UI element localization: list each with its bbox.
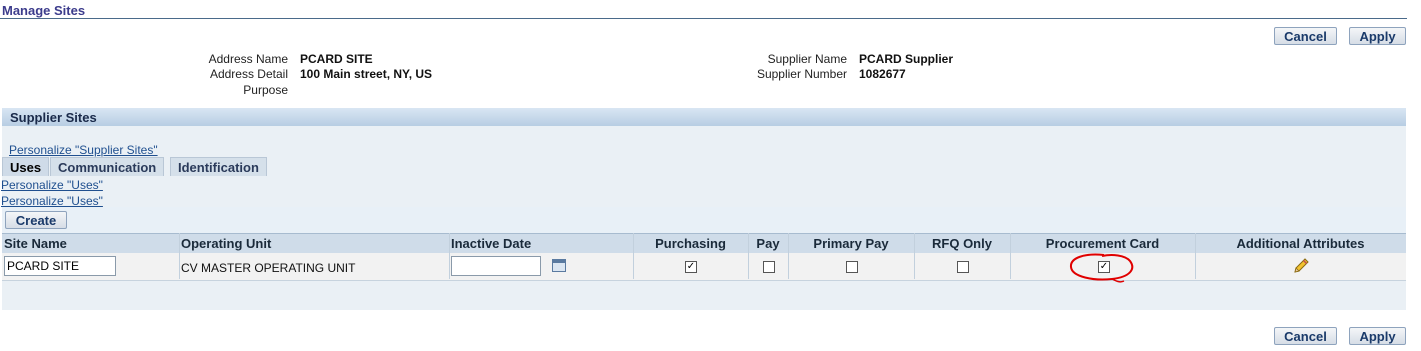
- purpose-label: Purpose: [243, 83, 288, 97]
- column-header-additional-attributes: Additional Attributes: [1236, 236, 1365, 251]
- table-toolbar: Create: [2, 207, 1406, 233]
- column-divider: [788, 233, 789, 279]
- column-divider: [1195, 233, 1196, 279]
- cancel-button-bottom[interactable]: Cancel: [1274, 327, 1337, 345]
- personalize-supplier-sites-link[interactable]: Personalize "Supplier Sites": [9, 143, 158, 157]
- column-header-rfq-only: RFQ Only: [932, 236, 992, 251]
- apply-button-bottom[interactable]: Apply: [1349, 327, 1406, 345]
- supplier-name-value: PCARD Supplier: [859, 52, 954, 66]
- purchasing-checkbox[interactable]: ✓: [685, 261, 697, 273]
- page-title: Manage Sites: [2, 3, 86, 18]
- address-detail-label: Address Detail: [209, 67, 288, 81]
- address-name-label: Address Name: [208, 52, 288, 66]
- operating-unit-value: CV MASTER OPERATING UNIT: [181, 261, 356, 275]
- tab-communication[interactable]: Communication: [50, 157, 165, 176]
- annotation-circle: [1070, 253, 1134, 283]
- apply-button-top[interactable]: Apply: [1349, 27, 1406, 45]
- inactive-date-input[interactable]: [451, 256, 541, 276]
- column-header-primary-pay: Primary Pay: [813, 236, 889, 251]
- address-detail-value: 100 Main street, NY, US: [300, 67, 433, 81]
- column-divider: [449, 233, 450, 279]
- column-header-site-name: Site Name: [4, 236, 67, 251]
- uses-table: Create Site Name Operating Unit Inactive…: [2, 207, 1406, 310]
- address-name-value: PCARD SITE: [300, 52, 373, 66]
- column-divider: [1010, 233, 1011, 279]
- primary-pay-checkbox[interactable]: [846, 261, 858, 273]
- pay-checkbox[interactable]: [763, 261, 775, 273]
- column-header-pay: Pay: [756, 236, 780, 251]
- rfq-only-checkbox[interactable]: [957, 261, 969, 273]
- create-button[interactable]: Create: [5, 211, 67, 229]
- section-title: Supplier Sites: [10, 110, 97, 125]
- personalize-uses-link-1[interactable]: Personalize "Uses": [1, 178, 103, 192]
- column-divider: [633, 233, 634, 279]
- supplier-sites-header: Supplier Sites: [2, 108, 1406, 127]
- supplier-number-label: Supplier Number: [756, 67, 847, 81]
- personalize-uses-link-2[interactable]: Personalize "Uses": [1, 194, 103, 208]
- tab-uses[interactable]: Uses: [2, 157, 50, 176]
- column-divider: [914, 233, 915, 279]
- cancel-button-top[interactable]: Cancel: [1274, 27, 1337, 45]
- title-divider: [0, 18, 1407, 19]
- calendar-icon[interactable]: [552, 259, 566, 272]
- column-divider: [179, 233, 180, 279]
- column-header-purchasing: Purchasing: [655, 236, 726, 251]
- column-header-inactive-date: Inactive Date: [451, 236, 532, 251]
- tab-identification[interactable]: Identification: [170, 157, 267, 176]
- site-name-input[interactable]: [4, 256, 116, 276]
- column-header-operating-unit: Operating Unit: [181, 236, 272, 251]
- supplier-number-value: 1082677: [859, 67, 906, 81]
- supplier-name-label: Supplier Name: [767, 52, 847, 66]
- pencil-icon[interactable]: [1292, 257, 1310, 275]
- column-divider: [748, 233, 749, 279]
